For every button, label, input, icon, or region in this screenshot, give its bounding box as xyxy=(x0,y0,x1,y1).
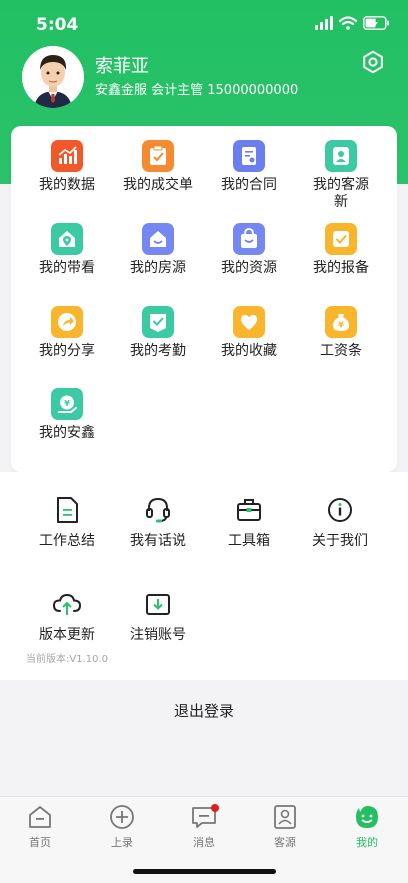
home-indicator xyxy=(133,869,276,874)
tab-label: 首页 xyxy=(29,836,51,849)
status-time: 5:04 xyxy=(36,15,79,35)
yen-coin-icon: ¥ xyxy=(51,388,83,420)
add-circle-icon xyxy=(110,805,134,829)
tab-clients[interactable]: 客源 xyxy=(255,803,315,850)
bar-chart-icon xyxy=(51,140,83,172)
user-name: 索菲亚 xyxy=(95,56,149,77)
menu-item-my-viewings[interactable]: 我的带看 xyxy=(19,223,115,277)
smile-icon xyxy=(356,806,378,828)
menu-label: 工资条 xyxy=(320,343,362,359)
info-icon xyxy=(328,498,352,522)
attendance-check-icon xyxy=(142,306,174,338)
tool-label: 版本更新 xyxy=(39,627,95,643)
tool-label: 工作总结 xyxy=(39,533,95,549)
avatar[interactable] xyxy=(22,46,84,108)
menu-item-my-resources[interactable]: 我的资源 xyxy=(201,223,297,277)
menu-label: 我的报备 xyxy=(313,260,369,276)
menu-item-my-shares[interactable]: 我的分享 xyxy=(19,306,115,360)
contact-icon xyxy=(274,805,296,829)
status-icons xyxy=(315,16,390,30)
svg-text:¥: ¥ xyxy=(338,321,344,330)
menu-label: 我的带看 xyxy=(39,260,95,276)
tool-cancel-account[interactable]: 注销账号 xyxy=(113,592,203,644)
menu-label: 我的收藏 xyxy=(221,343,277,359)
tab-messages[interactable]: 消息 xyxy=(174,803,234,850)
headset-icon xyxy=(146,497,170,523)
menu-card: 我的数据 我的成交单 我的合同 我的客源新 我的带看 我的房源 我的资源 我的报… xyxy=(11,126,397,472)
tool-label: 注销账号 xyxy=(130,627,186,643)
menu-label: 我的分享 xyxy=(39,343,95,359)
menu-item-my-anxin[interactable]: ¥ 我的安鑫 xyxy=(19,388,115,442)
tab-add-entry[interactable]: 上录 xyxy=(92,803,152,850)
house-listing-icon xyxy=(142,223,174,255)
heart-icon xyxy=(233,306,265,338)
tool-about-us[interactable]: 关于我们 xyxy=(295,496,385,550)
tab-label: 客源 xyxy=(274,836,296,849)
clipboard-check-icon xyxy=(142,140,174,172)
tab-label: 消息 xyxy=(193,836,215,849)
map-pin-icon xyxy=(51,223,83,255)
menu-label: 我的客源新 xyxy=(313,177,369,210)
menu-item-my-deals[interactable]: 我的成交单 xyxy=(110,140,206,194)
svg-text:¥: ¥ xyxy=(64,399,70,408)
menu-item-my-attendance[interactable]: 我的考勤 xyxy=(110,306,206,360)
menu-item-my-favorites[interactable]: 我的收藏 xyxy=(201,306,297,360)
settings-icon[interactable] xyxy=(361,50,385,74)
share-arrow-icon xyxy=(51,306,83,338)
tab-mine[interactable]: 我的 xyxy=(337,803,397,850)
menu-label: 我的资源 xyxy=(221,260,277,276)
customer-card-icon xyxy=(325,140,357,172)
tool-label: 工具箱 xyxy=(228,533,270,549)
shopping-bag-icon xyxy=(233,223,265,255)
menu-item-my-reports[interactable]: 我的报备 xyxy=(293,223,389,277)
logout-tray-icon xyxy=(146,594,170,615)
menu-label: 我的考勤 xyxy=(130,343,186,359)
tool-label: 关于我们 xyxy=(312,533,368,549)
tab-label: 上录 xyxy=(111,836,133,849)
menu-label: 我的成交单 xyxy=(123,177,193,193)
logout-button[interactable]: 退出登录 xyxy=(0,700,408,721)
tool-toolbox[interactable]: 工具箱 xyxy=(204,496,294,550)
menu-label: 我的房源 xyxy=(130,260,186,276)
home-icon xyxy=(29,806,51,828)
money-bag-icon: ¥ xyxy=(325,306,357,338)
toolbox-icon xyxy=(237,499,261,521)
report-check-icon xyxy=(325,223,357,255)
tool-label: 我有话说 xyxy=(130,533,186,549)
menu-label: 我的安鑫 xyxy=(39,425,95,441)
battery-charging-icon xyxy=(363,16,389,30)
status-bar: 5:04 xyxy=(0,12,408,38)
tool-feedback[interactable]: 我有话说 xyxy=(113,496,203,550)
document-icon xyxy=(57,497,78,523)
cloud-upload-icon xyxy=(52,593,82,615)
unread-badge xyxy=(211,804,219,812)
signal-icon xyxy=(315,16,333,30)
tool-version-update[interactable]: 版本更新 xyxy=(22,592,112,644)
tab-home[interactable]: 首页 xyxy=(10,803,70,850)
menu-label: 我的合同 xyxy=(221,177,277,193)
menu-item-my-contracts[interactable]: 我的合同 xyxy=(201,140,297,194)
menu-label: 我的数据 xyxy=(39,177,95,193)
contract-icon xyxy=(233,140,265,172)
wifi-icon xyxy=(339,16,357,30)
menu-item-payslip[interactable]: ¥ 工资条 xyxy=(293,306,389,360)
user-subtitle: 安鑫金服 会计主管 15000000000 xyxy=(95,83,299,98)
version-text: 当前版本:V1.10.0 xyxy=(26,654,109,665)
tab-label: 我的 xyxy=(356,836,378,849)
menu-item-my-listings[interactable]: 我的房源 xyxy=(110,223,206,277)
menu-item-my-data[interactable]: 我的数据 xyxy=(19,140,115,194)
menu-item-my-clients-new[interactable]: 我的客源新 xyxy=(293,140,389,211)
tool-work-summary[interactable]: 工作总结 xyxy=(22,496,112,550)
